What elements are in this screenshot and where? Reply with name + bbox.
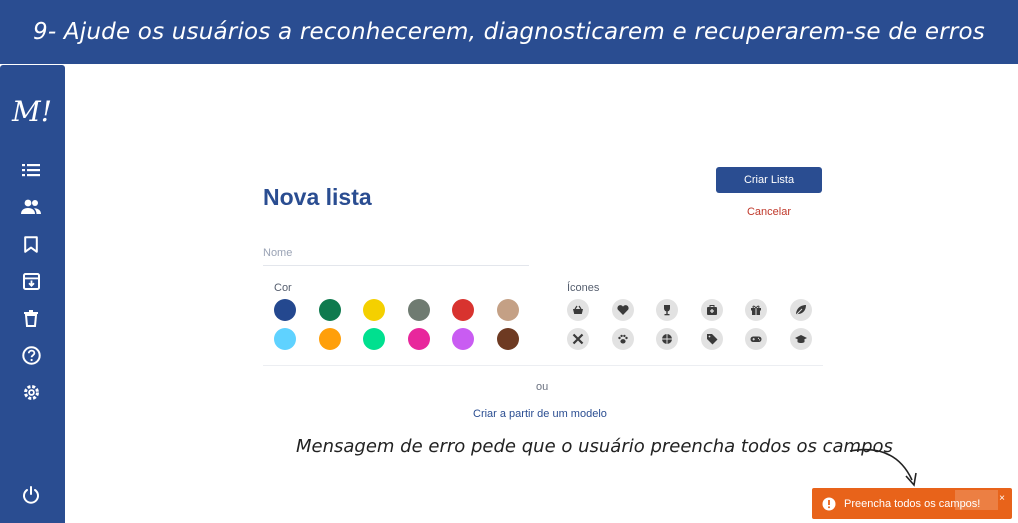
color-swatch[interactable]: [452, 299, 474, 321]
people-icon[interactable]: [20, 196, 42, 218]
gear-icon[interactable]: [20, 381, 42, 403]
color-label: Cor: [274, 282, 292, 294]
help-icon[interactable]: [20, 344, 42, 366]
heart-icon[interactable]: [611, 299, 634, 321]
name-input[interactable]: [263, 240, 529, 266]
page-title: Nova lista: [263, 184, 372, 210]
first-aid-icon[interactable]: [700, 299, 723, 321]
color-swatch[interactable]: [318, 299, 341, 321]
divider: [263, 365, 823, 366]
list-icon[interactable]: [20, 159, 42, 181]
trash-icon[interactable]: [20, 307, 42, 329]
tools-icon[interactable]: [567, 328, 589, 350]
alert-icon: [822, 497, 836, 510]
tag-icon[interactable]: [700, 328, 723, 350]
app-logo: M!: [12, 95, 52, 128]
leaf-icon[interactable]: [789, 299, 812, 321]
color-swatch[interactable]: [274, 299, 296, 321]
graduation-cap-icon[interactable]: [789, 328, 812, 350]
archive-icon[interactable]: [20, 270, 42, 292]
gamepad-icon[interactable]: [745, 328, 767, 350]
basket-icon[interactable]: [567, 299, 589, 321]
color-swatch[interactable]: [363, 299, 385, 321]
bookmark-icon[interactable]: [20, 233, 42, 255]
color-swatch[interactable]: [496, 328, 519, 350]
color-swatch[interactable]: [407, 328, 430, 350]
color-swatch[interactable]: [407, 299, 430, 321]
ball-icon[interactable]: [656, 328, 678, 350]
toast-highlight: [955, 490, 998, 510]
or-label: ou: [536, 381, 549, 393]
color-swatch[interactable]: [496, 299, 519, 321]
create-list-button[interactable]: Criar Lista: [716, 167, 822, 193]
trophy-icon[interactable]: [656, 299, 678, 321]
icons-label: Ícones: [567, 282, 600, 294]
color-swatch[interactable]: [274, 328, 296, 350]
banner-title: 9- Ajude os usuários a reconhecerem, dia…: [33, 19, 985, 45]
cancel-button[interactable]: Cancelar: [716, 206, 822, 218]
color-swatch[interactable]: [318, 328, 341, 350]
color-swatch[interactable]: [363, 328, 385, 350]
error-toast: Preencha todos os campos! ×: [812, 488, 1012, 519]
title-banner: 9- Ajude os usuários a reconhecerem, dia…: [0, 0, 1018, 64]
annotation-text: Mensagem de erro pede que o usuário pree…: [296, 436, 893, 457]
gift-icon[interactable]: [745, 299, 767, 321]
paw-icon[interactable]: [611, 328, 634, 350]
sidebar: M!: [0, 65, 65, 523]
power-icon[interactable]: [20, 484, 42, 506]
annotation-arrow: [849, 448, 917, 487]
color-swatch[interactable]: [452, 328, 474, 350]
create-from-template-link[interactable]: Criar a partir de um modelo: [473, 408, 607, 420]
toast-close-button[interactable]: ×: [999, 493, 1005, 504]
